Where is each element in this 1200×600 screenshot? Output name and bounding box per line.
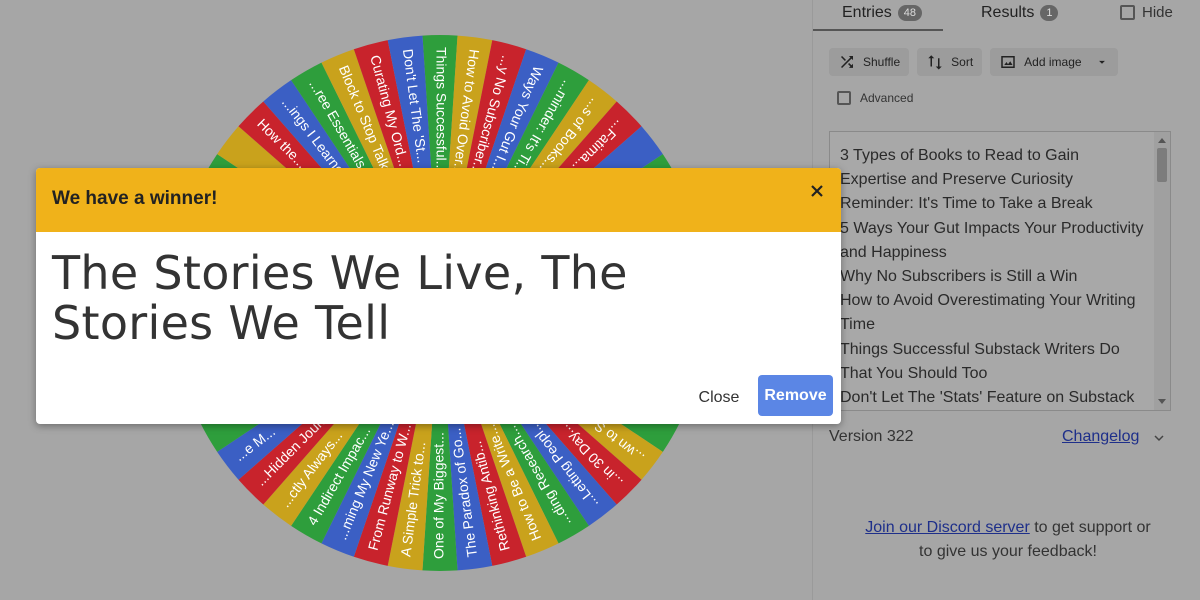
winner-text: The Stories We Live, The Stories We Tell bbox=[52, 246, 628, 350]
entry-item[interactable]: 5 Ways Your Gut Impacts Your Productivit… bbox=[840, 217, 1150, 265]
shuffle-label: Shuffle bbox=[863, 55, 901, 69]
close-icon[interactable] bbox=[807, 181, 827, 201]
shuffle-icon bbox=[841, 56, 853, 68]
entry-item[interactable]: 3 Types of Books to Read to Gain Experti… bbox=[840, 144, 1150, 192]
changelog-link[interactable]: Changelog bbox=[1062, 428, 1139, 446]
entry-item[interactable]: Don't Let The 'Stats' Feature on Substac… bbox=[840, 386, 1150, 410]
hide-checkbox[interactable] bbox=[1120, 5, 1135, 20]
add-image-button[interactable]: Add image bbox=[990, 48, 1118, 76]
dialog-title: We have a winner! bbox=[52, 188, 218, 209]
version-text: Version 322 bbox=[829, 428, 914, 445]
sort-icon bbox=[928, 55, 942, 70]
remove-button[interactable]: Remove bbox=[758, 375, 833, 416]
scroll-up-arrow-icon[interactable] bbox=[1158, 138, 1166, 143]
entry-item[interactable]: Reminder: It's Time to Take a Break bbox=[840, 192, 1150, 216]
wheel-label: Things Successful... bbox=[433, 47, 449, 172]
dropdown-arrow-icon bbox=[1098, 60, 1105, 64]
tab-results[interactable]: Results 1 bbox=[981, 4, 1059, 22]
entries-panel: Entries 48 Results 1 Hide Shuffle Sort A… bbox=[812, 0, 1200, 600]
entries-count-badge: 48 bbox=[897, 5, 923, 21]
version-row: Version 322 Changelog bbox=[829, 426, 1175, 448]
chevron-down-icon[interactable] bbox=[1151, 430, 1167, 446]
shuffle-button[interactable]: Shuffle bbox=[829, 48, 910, 76]
add-image-label: Add image bbox=[1024, 55, 1082, 69]
scroll-down-arrow-icon[interactable] bbox=[1158, 399, 1166, 404]
advanced-toggle[interactable]: Advanced bbox=[837, 91, 913, 105]
entries-toolbar: Shuffle Sort Add image bbox=[829, 48, 1118, 76]
hide-toggle[interactable]: Hide bbox=[1120, 4, 1173, 21]
advanced-label: Advanced bbox=[860, 91, 914, 105]
close-button[interactable]: Close bbox=[687, 378, 751, 418]
winner-dialog: We have a winner! The Stories We Live, T… bbox=[36, 168, 841, 424]
tab-entries-label: Entries bbox=[842, 4, 892, 21]
panel-tabs: Entries 48 Results 1 Hide bbox=[813, 0, 1200, 31]
entry-item[interactable]: How to Avoid Overestimating Your Writing… bbox=[840, 289, 1150, 337]
hide-label: Hide bbox=[1142, 4, 1173, 21]
sort-label: Sort bbox=[951, 55, 974, 69]
advanced-checkbox[interactable] bbox=[837, 91, 851, 105]
results-count-badge: 1 bbox=[1040, 5, 1059, 21]
discord-message: Join our Discord server to get support o… bbox=[863, 516, 1153, 564]
entry-item[interactable]: Things Successful Substack Writers Do Th… bbox=[840, 338, 1150, 386]
tab-results-label: Results bbox=[981, 4, 1035, 21]
discord-link[interactable]: Join our Discord server bbox=[865, 519, 1030, 536]
dialog-header: We have a winner! bbox=[36, 168, 841, 232]
sort-button[interactable]: Sort bbox=[917, 48, 983, 76]
entries-scrollbar[interactable] bbox=[1154, 132, 1170, 410]
image-icon bbox=[1001, 56, 1015, 68]
wheel-label: One of My Biggest... bbox=[431, 432, 447, 559]
entries-textarea[interactable]: 3 Types of Books to Read to Gain Experti… bbox=[829, 131, 1171, 411]
tab-entries[interactable]: Entries 48 bbox=[842, 4, 923, 22]
scroll-thumb[interactable] bbox=[1157, 148, 1167, 182]
entries-list: 3 Types of Books to Read to Gain Experti… bbox=[840, 144, 1150, 410]
entry-item[interactable]: Why No Subscribers is Still a Win bbox=[840, 265, 1150, 289]
active-tab-indicator bbox=[813, 29, 943, 31]
